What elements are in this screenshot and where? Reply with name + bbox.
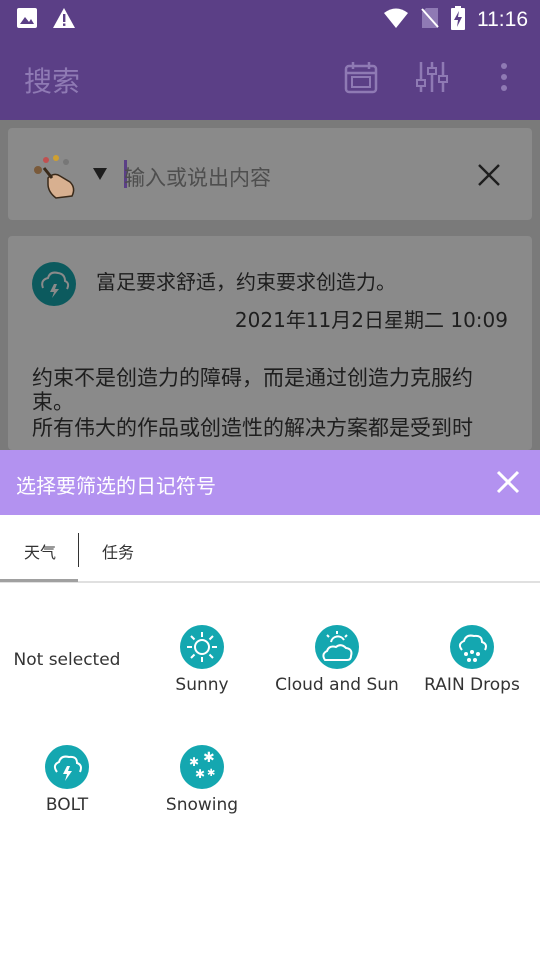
- rain-icon: [450, 625, 494, 669]
- sheet-title: 选择要筛选的日记符号: [16, 474, 216, 498]
- page-title: 搜索: [24, 65, 81, 98]
- status-bar: 11:16: [0, 0, 540, 36]
- weather-option-rain-drops[interactable]: RAIN Drops: [412, 625, 532, 695]
- calendar-icon[interactable]: [344, 60, 378, 98]
- entry-datetime: 2021年11月2日星期二 10:09: [234, 308, 508, 332]
- content-overlay: 输入或说出内容 富足要求舒适，约束要求创造力。 2021年11月2日星期二 10…: [0, 120, 540, 450]
- search-card: 输入或说出内容: [8, 128, 532, 220]
- hand-pointer-icon[interactable]: [30, 152, 80, 204]
- more-options-icon[interactable]: [498, 60, 510, 98]
- tabs-baseline: [0, 581, 540, 583]
- tab-indicator: [0, 579, 78, 582]
- cloud-sun-icon: [315, 625, 359, 669]
- close-icon[interactable]: [494, 468, 522, 496]
- svg-text:✱: ✱: [195, 767, 205, 781]
- tab-divider: [78, 533, 79, 567]
- bolt-weather-icon: [32, 262, 76, 310]
- filter-bottom-sheet: 选择要筛选的日记符号 天气 任务 Not selected Sunny Clou…: [0, 450, 540, 960]
- option-label: Snowing: [165, 795, 239, 815]
- warning-icon: [52, 7, 76, 33]
- tab-bar: 天气 任务: [0, 515, 540, 585]
- svg-text:✱: ✱: [203, 750, 215, 766]
- wifi-icon: [383, 7, 409, 33]
- option-label: Cloud and Sun: [275, 675, 399, 695]
- app-bar: 搜索: [0, 36, 540, 120]
- snow-icon: ✱ ✱ ✱ ✱: [180, 745, 224, 789]
- option-label: Not selected: [13, 650, 121, 670]
- weather-option-snowing[interactable]: ✱ ✱ ✱ ✱ Snowing: [142, 745, 262, 815]
- weather-option-bolt[interactable]: BOLT: [8, 745, 126, 815]
- chevron-down-icon[interactable]: [92, 166, 108, 185]
- tab-tasks[interactable]: 任务: [102, 539, 134, 563]
- diary-entry-card[interactable]: 富足要求舒适，约束要求创造力。 2021年11月2日星期二 10:09 约束不是…: [8, 236, 532, 450]
- weather-option-sunny[interactable]: Sunny: [142, 625, 262, 695]
- image-notification-icon: [16, 7, 38, 33]
- weather-option-cloud-and-sun[interactable]: Cloud and Sun: [272, 625, 402, 695]
- tab-weather[interactable]: 天气: [24, 539, 56, 563]
- battery-charging-icon: [451, 6, 465, 34]
- clear-icon[interactable]: [476, 162, 502, 192]
- weather-option-not-selected[interactable]: Not selected: [4, 650, 130, 670]
- option-label: RAIN Drops: [424, 675, 520, 695]
- svg-text:✱: ✱: [207, 768, 215, 779]
- sun-icon: [180, 625, 224, 669]
- search-input[interactable]: 输入或说出内容: [124, 162, 271, 192]
- clock: 11:16: [477, 8, 528, 31]
- entry-title: 富足要求舒适，约束要求创造力。: [96, 270, 396, 294]
- filter-sliders-icon[interactable]: [416, 60, 448, 98]
- option-label: BOLT: [45, 795, 89, 815]
- entry-body-line1: 约束不是创造力的障碍，而是通过创造力克服约: [32, 366, 473, 390]
- bolt-icon: [45, 745, 89, 789]
- no-sim-icon: [421, 7, 439, 33]
- entry-body-line3: 所有伟大的作品或创造性的解决方案都是受到时: [32, 416, 473, 440]
- sheet-header: 选择要筛选的日记符号: [0, 450, 540, 515]
- option-label: Sunny: [175, 675, 229, 695]
